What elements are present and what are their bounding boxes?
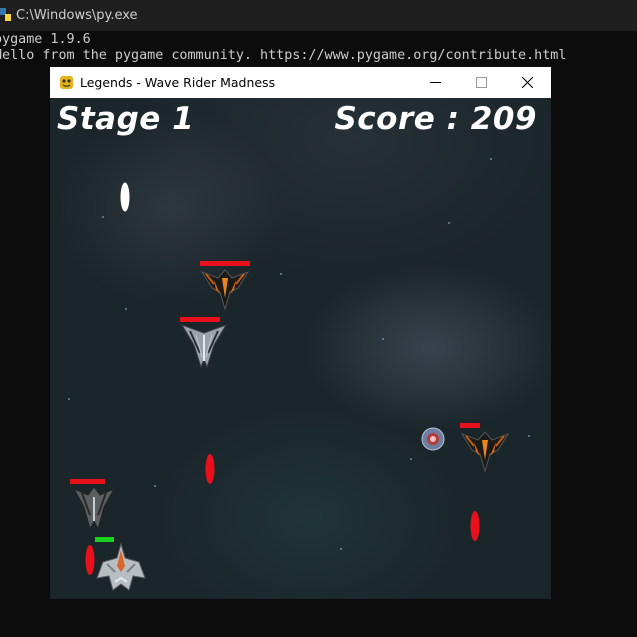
star (340, 548, 342, 550)
star (382, 338, 384, 340)
star (490, 158, 492, 160)
powerup-orb-icon (421, 427, 445, 451)
enemy-laser (470, 511, 480, 541)
close-icon (522, 77, 533, 88)
star (410, 458, 412, 460)
console-titlebar[interactable]: C:\Windows\py.exe (0, 0, 637, 31)
pygame-snake-icon (60, 76, 73, 89)
console-line: pygame 1.9.6 (0, 32, 91, 47)
enemy-health-bar (200, 261, 250, 266)
star (528, 435, 530, 437)
enemy-health-bar (70, 479, 105, 484)
star (154, 485, 156, 487)
score-label: Score : 209 (334, 101, 537, 137)
enemy-ship (460, 431, 510, 472)
python-icon (0, 8, 11, 21)
game-titlebar[interactable]: Legends - Wave Rider Madness (50, 67, 551, 98)
star (102, 216, 104, 218)
minimize-icon (430, 82, 441, 83)
console-line: Hello from the pygame community. https:/… (0, 48, 567, 63)
enemy-health-bar (460, 423, 480, 428)
star (125, 308, 127, 310)
star (280, 273, 282, 275)
enemy-laser (205, 454, 215, 484)
console-title: C:\Windows\py.exe (16, 8, 138, 23)
minimize-button[interactable] (413, 67, 459, 98)
maximize-icon (476, 77, 487, 88)
game-canvas[interactable]: Stage 1 Score : 209 (50, 98, 551, 599)
player-laser (120, 182, 130, 212)
star (68, 398, 70, 400)
enemy-ship (72, 486, 116, 531)
star (448, 222, 450, 224)
enemy-ship (180, 324, 228, 369)
enemy-ship (200, 269, 250, 310)
close-button[interactable] (505, 67, 551, 98)
player-ship (96, 542, 146, 591)
stage-label: Stage 1 (57, 101, 195, 137)
maximize-button[interactable] (459, 67, 505, 98)
enemy-laser (85, 545, 95, 575)
enemy-health-bar (180, 317, 220, 322)
game-window-title: Legends - Wave Rider Madness (80, 75, 276, 90)
game-window: Legends - Wave Rider Madness Stage 1 Sco… (50, 67, 551, 599)
